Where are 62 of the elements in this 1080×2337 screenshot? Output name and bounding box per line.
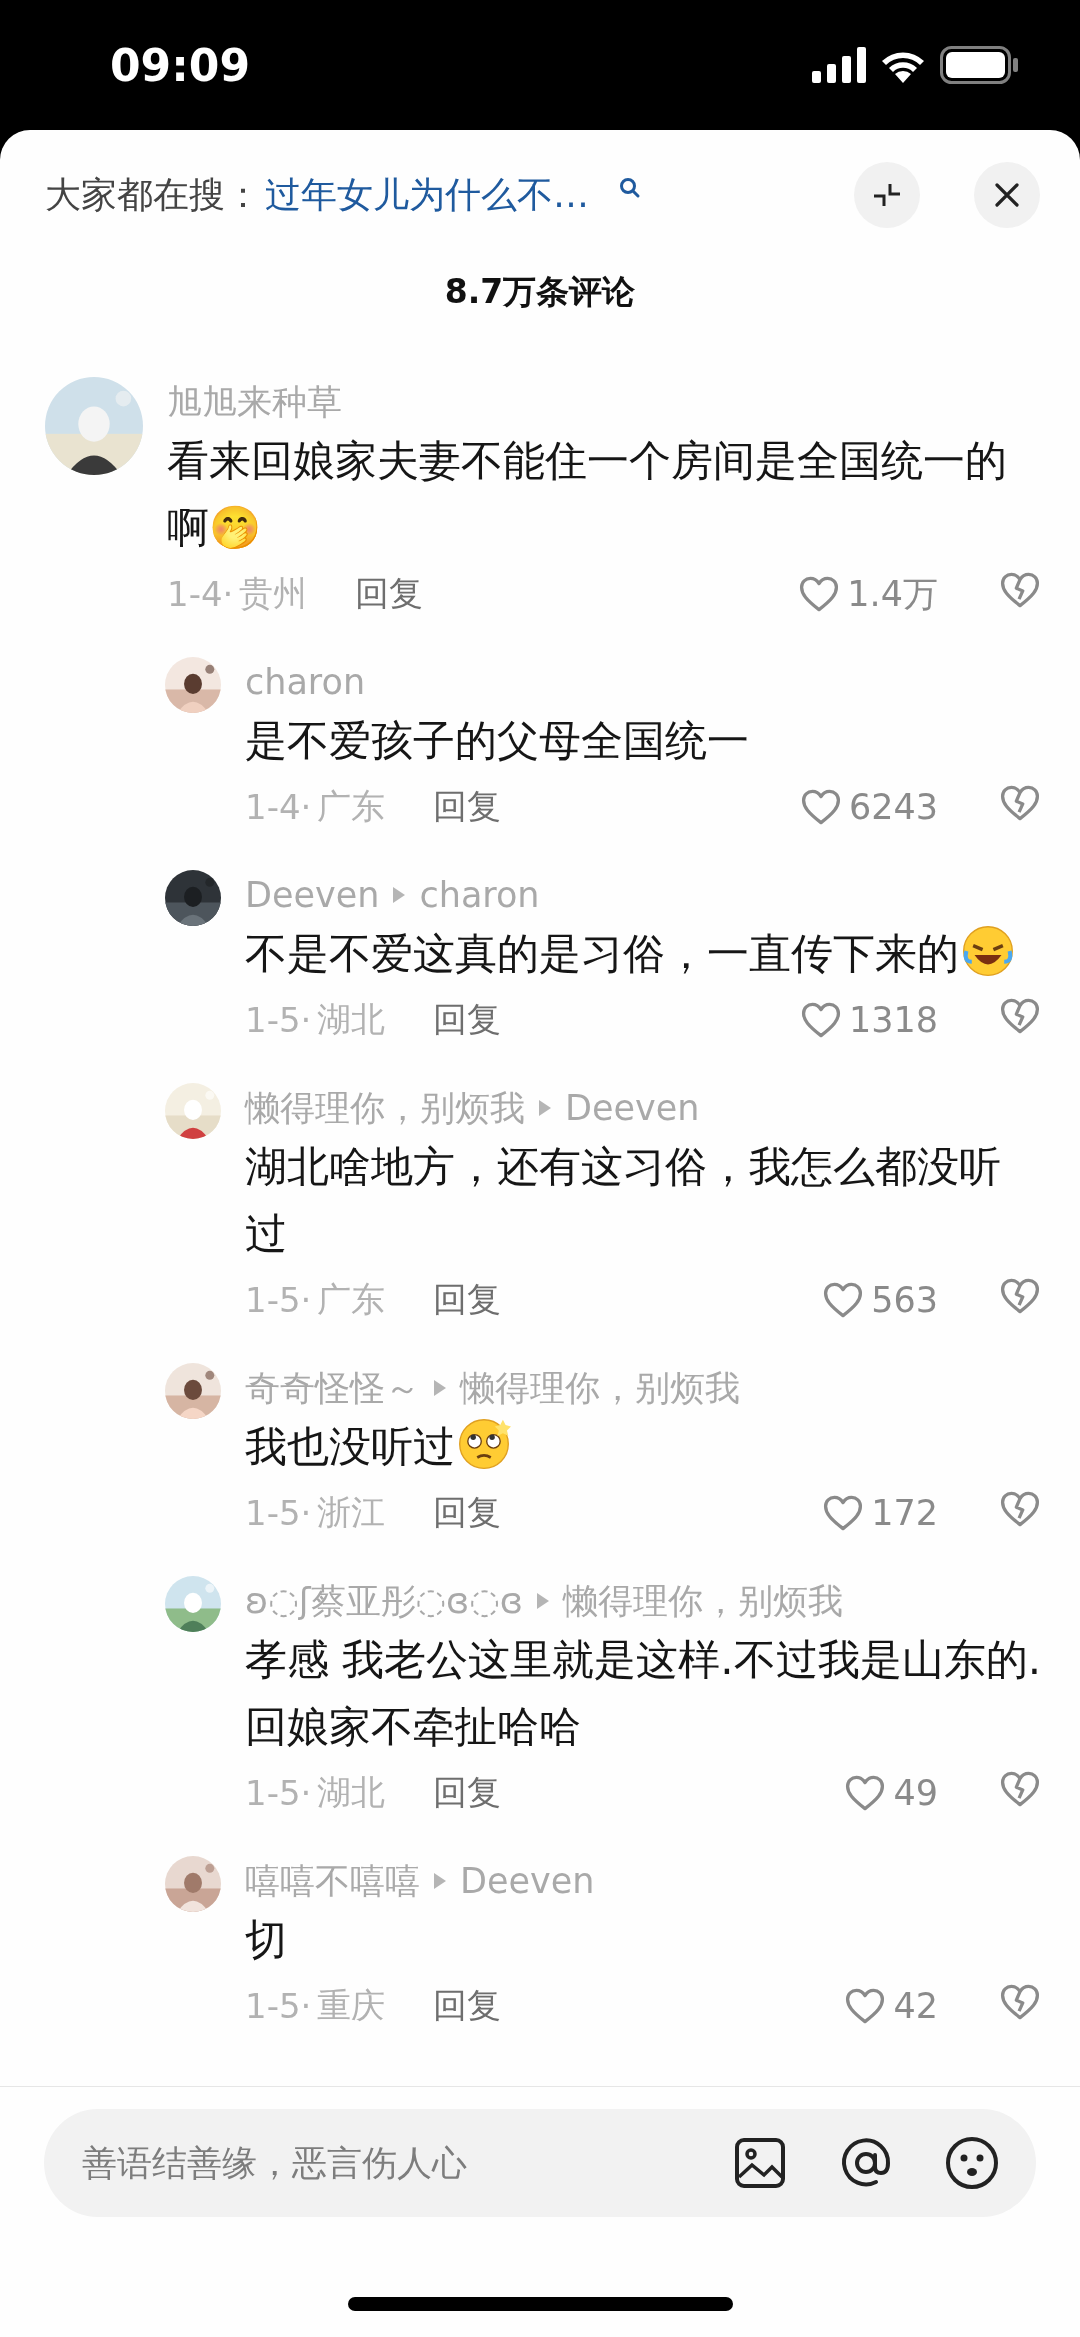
comment-input[interactable]: 善语结善缘，恶言伤人心	[80, 2142, 682, 2184]
username[interactable]: 嘻嘻不嘻嘻	[245, 1857, 420, 1905]
username[interactable]: 懒得理你，别烦我	[460, 1364, 740, 1412]
status-time: 09:09	[110, 39, 251, 91]
comment-date: 1-5·	[245, 1493, 312, 1533]
play-icon	[432, 1871, 448, 1891]
comment-text: 我也没听过	[245, 1422, 455, 1471]
username[interactable]: 懒得理你，别烦我	[245, 1084, 525, 1132]
like-count: 6243	[848, 787, 938, 827]
comment-date: 1-5·	[245, 1773, 312, 1813]
username[interactable]: 懒得理你，别烦我	[563, 1577, 844, 1625]
reply-button[interactable]: 回复	[433, 997, 502, 1043]
comment-location: 广东	[317, 785, 386, 828]
reply-button[interactable]: 回复	[433, 1983, 502, 2029]
play-icon	[432, 1378, 448, 1398]
comment-date: 1-5·	[245, 1986, 312, 2026]
signal-icon	[812, 47, 866, 83]
emoji-icon[interactable]	[944, 2135, 1000, 2191]
battery-icon	[940, 46, 1020, 84]
comment-location: 重庆	[317, 1984, 386, 2027]
username[interactable]: charon	[245, 662, 366, 702]
username[interactable]: 奇奇怪怪～	[245, 1364, 420, 1412]
comment-text: 湖北啥地方，还有这习俗，我怎么都没听过	[245, 1142, 1001, 1258]
emoji-icon	[457, 1417, 511, 1471]
comment-text: 是不爱孩子的父母全国统一	[245, 716, 749, 765]
comment-date: 1-4·	[167, 574, 234, 614]
like-count: 1318	[848, 1000, 938, 1040]
comment-location: 广东	[317, 1278, 386, 1321]
comment-count: 8.7万条评论	[443, 271, 637, 313]
comment-location: 浙江	[317, 1491, 386, 1534]
username[interactable]: 旭旭来种草	[167, 378, 342, 426]
reply-button[interactable]: 回复	[433, 1770, 502, 1816]
username[interactable]: Deeven	[565, 1088, 700, 1128]
search-suggestion[interactable]: 过年女儿为什么不…	[265, 170, 589, 220]
comment-date: 1-4·	[245, 787, 312, 827]
like-count: 563	[871, 1280, 938, 1320]
comment-text: 切	[245, 1915, 287, 1964]
comment-location: 湖北	[317, 998, 386, 1041]
reply-button[interactable]: 回复	[433, 1277, 502, 1323]
comment-date: 1-5·	[245, 1280, 312, 1320]
comment-location: 贵州	[239, 572, 308, 615]
like-count: 172	[871, 1493, 938, 1533]
reply-button[interactable]: 回复	[433, 784, 502, 830]
comment-text: 看来回娘家夫妻不能住一个房间是全国统一的啊🤭	[167, 436, 1007, 552]
username[interactable]: charon	[419, 875, 540, 915]
play-icon	[537, 1098, 553, 1118]
emoji-icon	[961, 924, 1015, 978]
username[interactable]: Deeven	[460, 1861, 595, 1901]
like-count: 42	[893, 1986, 938, 2026]
like-count: 1.4万	[847, 572, 938, 616]
like-count: 49	[893, 1773, 938, 1813]
image-icon[interactable]	[732, 2135, 788, 2191]
comment-text: 不是不爱这真的是习俗，一直传下来的	[245, 929, 959, 978]
comment-location: 湖北	[317, 1771, 386, 1814]
username[interactable]: ʚ◌ʃ蔡亚彤◌ɞ◌ɞ	[245, 1577, 524, 1625]
search-label: 大家都在搜：	[45, 172, 261, 217]
username[interactable]: Deeven	[245, 875, 380, 915]
reply-button[interactable]: 回复	[433, 1490, 502, 1536]
comment-date: 1-5·	[245, 1000, 312, 1040]
comment-text: 孝感 我老公这里就是这样.不过我是山东的.回娘家不牵扯哈哈	[245, 1635, 1042, 1751]
search-icon[interactable]	[619, 177, 641, 199]
reply-button[interactable]: 回复	[355, 571, 424, 617]
